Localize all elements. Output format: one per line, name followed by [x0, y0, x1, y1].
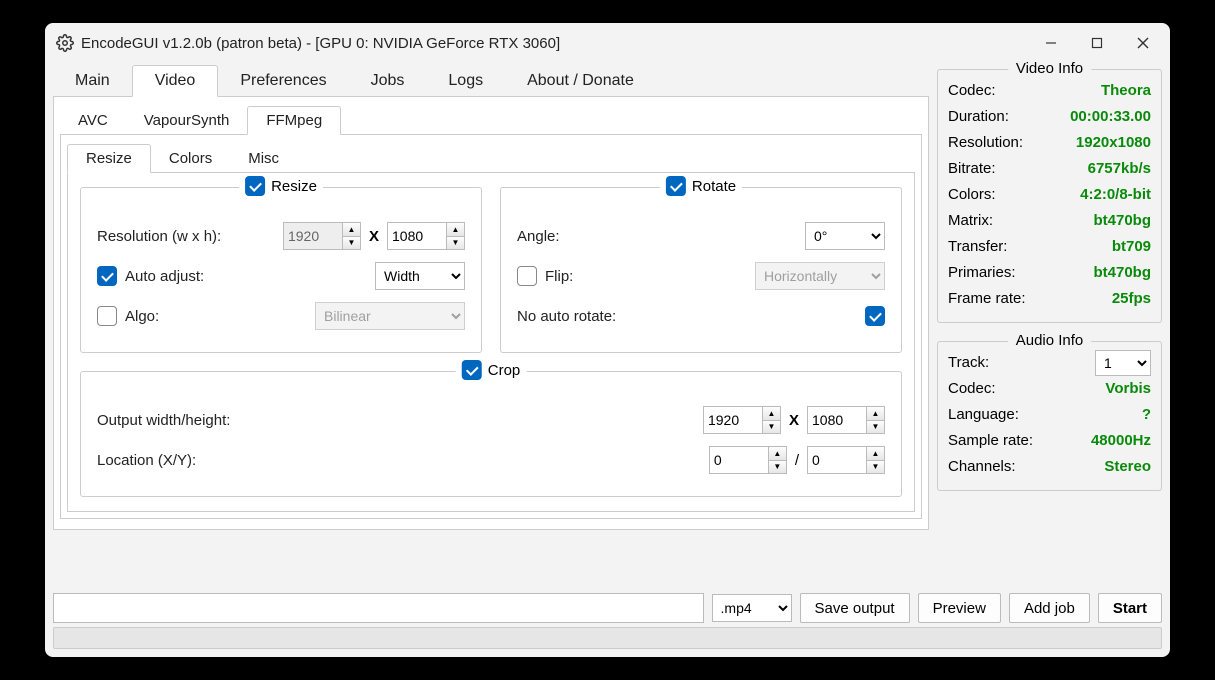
tab-video[interactable]: Video: [132, 65, 219, 97]
flip-label: Flip:: [545, 268, 573, 285]
resize-width-spinner[interactable]: ▲▼: [343, 222, 361, 250]
audio-info-box: Audio Info Track: 1 Codec:Vorbis Languag…: [937, 341, 1162, 491]
bottom-bar: .mp4 Save output Preview Add job Start: [45, 585, 1170, 627]
tab-jobs[interactable]: Jobs: [349, 66, 427, 96]
video-info-title: Video Info: [1008, 60, 1091, 77]
crop-width-spinner[interactable]: ▲▼: [763, 406, 781, 434]
vinfo-primaries: bt470bg: [1093, 260, 1151, 286]
resize-width-input[interactable]: [283, 222, 343, 250]
start-button[interactable]: Start: [1098, 593, 1162, 623]
ainfo-channels: Stereo: [1104, 454, 1151, 480]
flip-checkbox[interactable]: [517, 266, 537, 286]
angle-label: Angle:: [517, 228, 560, 245]
autoadjust-select[interactable]: Width: [375, 262, 465, 290]
tab-ffmpeg[interactable]: FFMpeg: [247, 106, 341, 135]
crop-y-input[interactable]: [807, 446, 867, 474]
minimize-button[interactable]: [1028, 27, 1074, 59]
maximize-button[interactable]: [1074, 27, 1120, 59]
save-output-button[interactable]: Save output: [800, 593, 910, 623]
app-window: EncodeGUI v1.2.0b (patron beta) - [GPU 0…: [45, 23, 1170, 657]
crop-height-input[interactable]: [807, 406, 867, 434]
resize-enable-checkbox[interactable]: [245, 176, 265, 196]
crop-y-spinner[interactable]: ▲▼: [867, 446, 885, 474]
close-button[interactable]: [1120, 27, 1166, 59]
crop-out-label: Output width/height:: [97, 412, 230, 429]
crop-enable-checkbox[interactable]: [462, 360, 482, 380]
extension-select[interactable]: .mp4: [712, 594, 792, 622]
video-info-box: Video Info Codec:Theora Duration:00:00:3…: [937, 69, 1162, 323]
audio-info-title: Audio Info: [1008, 332, 1092, 349]
noauto-checkbox[interactable]: [865, 306, 885, 326]
autoadjust-label: Auto adjust:: [125, 268, 204, 285]
ainfo-language: ?: [1142, 402, 1151, 428]
resolution-label: Resolution (w x h):: [97, 228, 221, 245]
vinfo-codec: Theora: [1101, 78, 1151, 104]
titlebar: EncodeGUI v1.2.0b (patron beta) - [GPU 0…: [45, 23, 1170, 63]
tab-logs[interactable]: Logs: [426, 66, 505, 96]
algo-label: Algo:: [125, 308, 159, 325]
resize-header-label: Resize: [271, 178, 317, 195]
window-title: EncodeGUI v1.2.0b (patron beta) - [GPU 0…: [81, 35, 560, 52]
tab-resize[interactable]: Resize: [67, 144, 151, 173]
crop-group: Crop Output width/height: ▲▼ X ▲▼ Locati…: [80, 371, 902, 497]
add-job-button[interactable]: Add job: [1009, 593, 1090, 623]
vinfo-resolution: 1920x1080: [1076, 130, 1151, 156]
angle-select[interactable]: 0°: [805, 222, 885, 250]
tab-colors[interactable]: Colors: [151, 145, 230, 172]
sub2-tabs: Resize Colors Misc: [67, 139, 915, 173]
autoadjust-checkbox[interactable]: [97, 266, 117, 286]
vinfo-bitrate: 6757kb/s: [1088, 156, 1151, 182]
resize-height-spinner[interactable]: ▲▼: [447, 222, 465, 250]
main-tabs: Main Video Preferences Jobs Logs About /…: [53, 63, 929, 97]
algo-checkbox[interactable]: [97, 306, 117, 326]
crop-width-input[interactable]: [703, 406, 763, 434]
crop-header-label: Crop: [488, 362, 521, 379]
vinfo-matrix: bt470bg: [1093, 208, 1151, 234]
resize-height-input[interactable]: [387, 222, 447, 250]
app-icon: [55, 33, 75, 53]
audio-track-select[interactable]: 1: [1095, 350, 1151, 376]
flip-select[interactable]: Horizontally: [755, 262, 885, 290]
crop-height-spinner[interactable]: ▲▼: [867, 406, 885, 434]
progress-bar: [53, 627, 1162, 649]
rotate-group: Rotate Angle: 0°: [500, 187, 902, 353]
algo-select[interactable]: Bilinear: [315, 302, 465, 330]
crop-loc-label: Location (X/Y):: [97, 452, 196, 469]
tab-avc[interactable]: AVC: [60, 107, 126, 134]
resize-group: Resize Resolution (w x h): ▲▼ X: [80, 187, 482, 353]
output-path-input[interactable]: [53, 593, 704, 623]
tab-vapoursynth[interactable]: VapourSynth: [126, 107, 248, 134]
vinfo-transfer: bt709: [1112, 234, 1151, 260]
rotate-enable-checkbox[interactable]: [666, 176, 686, 196]
noauto-label: No auto rotate:: [517, 308, 616, 325]
vinfo-duration: 00:00:33.00: [1070, 104, 1151, 130]
tab-misc[interactable]: Misc: [230, 145, 297, 172]
crop-x-input[interactable]: [709, 446, 769, 474]
vinfo-fps: 25fps: [1112, 286, 1151, 312]
tab-main[interactable]: Main: [53, 66, 132, 96]
crop-x-spinner[interactable]: ▲▼: [769, 446, 787, 474]
sub-tabs: AVC VapourSynth FFMpeg: [60, 101, 922, 135]
tab-about[interactable]: About / Donate: [505, 66, 656, 96]
vinfo-colors: 4:2:0/8-bit: [1080, 182, 1151, 208]
tab-preferences[interactable]: Preferences: [218, 66, 348, 96]
ainfo-codec: Vorbis: [1105, 376, 1151, 402]
preview-button[interactable]: Preview: [918, 593, 1001, 623]
rotate-header-label: Rotate: [692, 178, 736, 195]
ainfo-samplerate: 48000Hz: [1091, 428, 1151, 454]
